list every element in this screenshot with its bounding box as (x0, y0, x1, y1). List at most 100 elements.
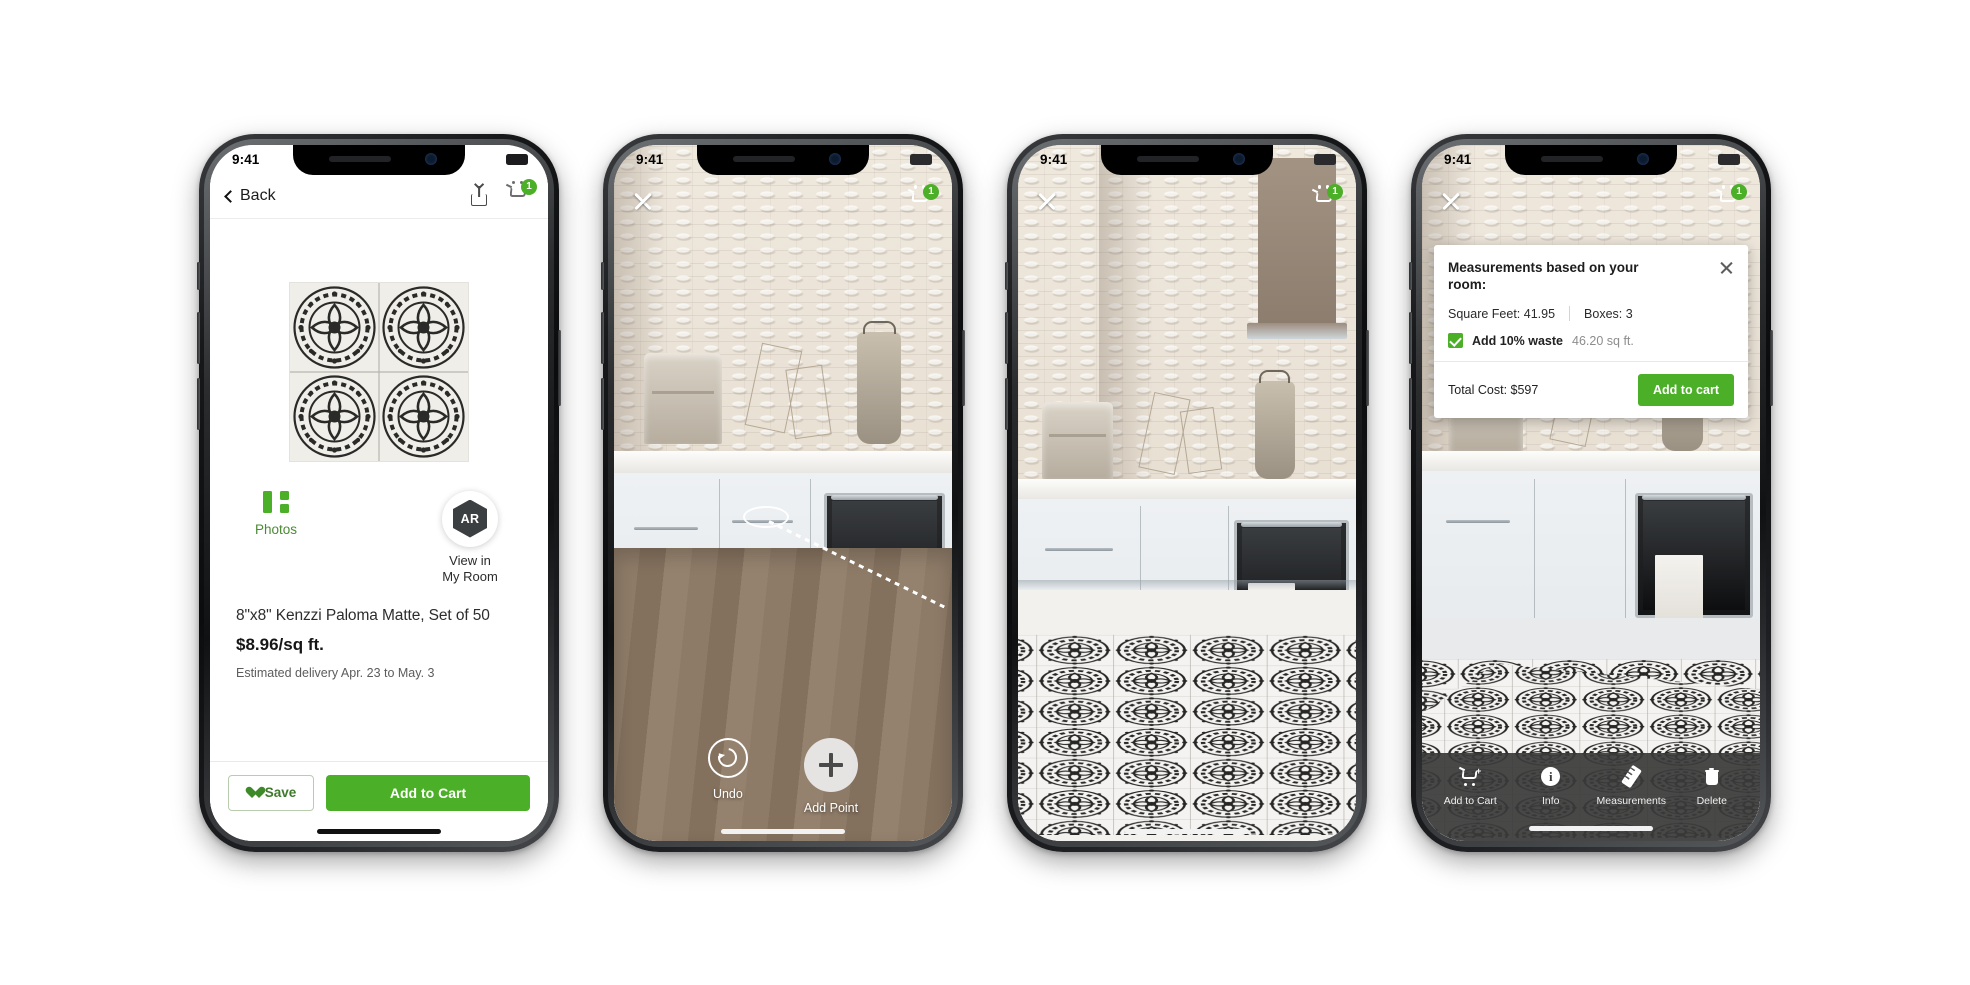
cart-badge: 1 (1731, 183, 1747, 200)
mute-switch[interactable] (197, 261, 200, 290)
ar-badge-circle: AR (442, 490, 498, 547)
home-indicator[interactable] (317, 828, 441, 834)
toolbar-label: Measurements (1596, 794, 1666, 807)
phone-3-ar-tiles-applied: 9:41 1 (1005, 133, 1369, 852)
volume-up-button[interactable] (601, 311, 604, 364)
media-actions: Photos AR View in My Room (210, 461, 548, 586)
status-clock: 9:41 (1040, 152, 1068, 167)
cart-button[interactable]: 1 (907, 183, 939, 213)
cart-plus-icon: + (1459, 766, 1481, 788)
total-cost: Total Cost: $597 (1448, 383, 1539, 398)
waste-checkbox[interactable] (1448, 333, 1463, 349)
waste-value: 46.20 sq ft. (1572, 333, 1634, 348)
popup-close-icon[interactable] (1719, 260, 1734, 275)
share-icon[interactable] (470, 186, 488, 206)
divider (1434, 361, 1748, 363)
countertop (1422, 450, 1760, 471)
chevron-left-icon (224, 189, 237, 203)
countertop (614, 450, 952, 473)
notch (1101, 144, 1273, 175)
kitchen-room-photo (1018, 144, 1356, 841)
popup-title: Measurements based on your room: (1448, 259, 1639, 292)
home-indicator[interactable] (1125, 828, 1249, 834)
power-button[interactable] (558, 329, 561, 406)
power-button[interactable] (1770, 329, 1773, 406)
ar-top-bar: 1 (1422, 175, 1760, 227)
divider (1569, 306, 1571, 322)
toolbar-label: Info (1541, 794, 1560, 807)
product-title: 8"x8" Kenzzi Paloma Matte, Set of 50 (236, 607, 490, 624)
product-price: $8.96/sq ft. (236, 635, 324, 654)
save-button[interactable]: Save (228, 774, 314, 811)
cart-badge: 1 (521, 179, 537, 195)
plus-icon (804, 737, 858, 792)
trash-icon (1704, 766, 1719, 788)
notch (697, 144, 869, 175)
close-icon[interactable] (1440, 190, 1462, 212)
phone-4-screen: 9:41 1 Measurements based on your room: (1422, 144, 1760, 841)
floor-baseboard-shadow (1018, 579, 1356, 590)
phone-3-screen: 9:41 1 (1018, 144, 1356, 841)
close-icon[interactable] (632, 190, 654, 212)
phone-1-screen: 9:41 Back 1 Photos AR View in My Room 8"… (210, 144, 548, 841)
home-indicator[interactable] (721, 828, 845, 834)
cart-button[interactable]: 1 (1715, 183, 1747, 213)
add-to-cart-button[interactable]: Add to Cart (326, 774, 530, 811)
info-icon: i (1541, 766, 1561, 788)
mute-switch[interactable] (601, 261, 604, 290)
ar-label: View in My Room (442, 553, 498, 586)
undo-icon (707, 737, 748, 778)
notch (293, 144, 465, 175)
back-button[interactable]: Back (224, 187, 276, 205)
notch (1505, 144, 1677, 175)
photos-button[interactable]: Photos (236, 490, 316, 537)
ar-camera-view: 9:41 1 (1018, 144, 1356, 841)
view-in-my-room-button[interactable]: AR View in My Room (418, 490, 522, 586)
home-indicator[interactable] (1529, 825, 1653, 831)
close-icon[interactable] (1036, 190, 1058, 212)
ruler-icon (1620, 764, 1642, 789)
volume-down-button[interactable] (1409, 377, 1412, 430)
toolbar-item-info[interactable]: i Info (1514, 766, 1588, 807)
earpiece-speaker (329, 155, 391, 162)
ar-tiled-floor[interactable] (1018, 589, 1356, 841)
phone-2-screen: 9:41 1 Undo Add Point (614, 144, 952, 841)
status-clock: 9:41 (1444, 152, 1472, 167)
add-point-button[interactable]: Add Point (804, 737, 858, 815)
product-tile-image[interactable] (290, 282, 468, 461)
volume-down-button[interactable] (197, 377, 200, 430)
product-image-area (210, 219, 548, 461)
square-feet-value: Square Feet: 41.95 (1448, 306, 1556, 321)
cart-button[interactable]: 1 (505, 179, 537, 208)
ar-top-bar: 1 (1018, 175, 1356, 227)
popup-header: Measurements based on your room: (1448, 259, 1734, 294)
popup-footer: Total Cost: $597 Add to cart (1448, 374, 1734, 407)
popup-stats: Square Feet: 41.95 Boxes: 3 (1448, 306, 1734, 322)
ar-camera-view: 9:41 1 Undo Add Point (614, 144, 952, 841)
volume-up-button[interactable] (1005, 311, 1008, 364)
volume-up-button[interactable] (1409, 311, 1412, 364)
waste-label: Add 10% waste (1472, 333, 1564, 348)
volume-down-button[interactable] (1005, 377, 1008, 430)
mute-switch[interactable] (1005, 261, 1008, 290)
kettle (857, 321, 902, 444)
cart-badge: 1 (923, 183, 939, 200)
photos-label: Photos (254, 521, 298, 537)
power-button[interactable] (962, 329, 965, 406)
popup-add-to-cart-button[interactable]: Add to cart (1638, 374, 1734, 407)
cart-button[interactable]: 1 (1311, 183, 1343, 213)
toolbar-item-add-to-cart[interactable]: + Add to Cart (1433, 766, 1507, 807)
volume-up-button[interactable] (197, 311, 200, 364)
status-clock: 9:41 (232, 152, 260, 167)
undo-button[interactable]: Undo (707, 737, 748, 801)
toolbar-item-delete[interactable]: Delete (1675, 766, 1749, 807)
ar-label-line1: View in (449, 552, 491, 568)
volume-down-button[interactable] (601, 377, 604, 430)
power-button[interactable] (1366, 329, 1369, 406)
save-label: Save (264, 785, 297, 800)
ar-hex-icon: AR (453, 499, 487, 538)
waste-checkbox-row[interactable]: Add 10% waste 46.20 sq ft. (1448, 333, 1734, 349)
mute-switch[interactable] (1409, 261, 1412, 290)
front-camera (425, 152, 437, 165)
toolbar-item-measurements[interactable]: Measurements (1594, 764, 1668, 807)
